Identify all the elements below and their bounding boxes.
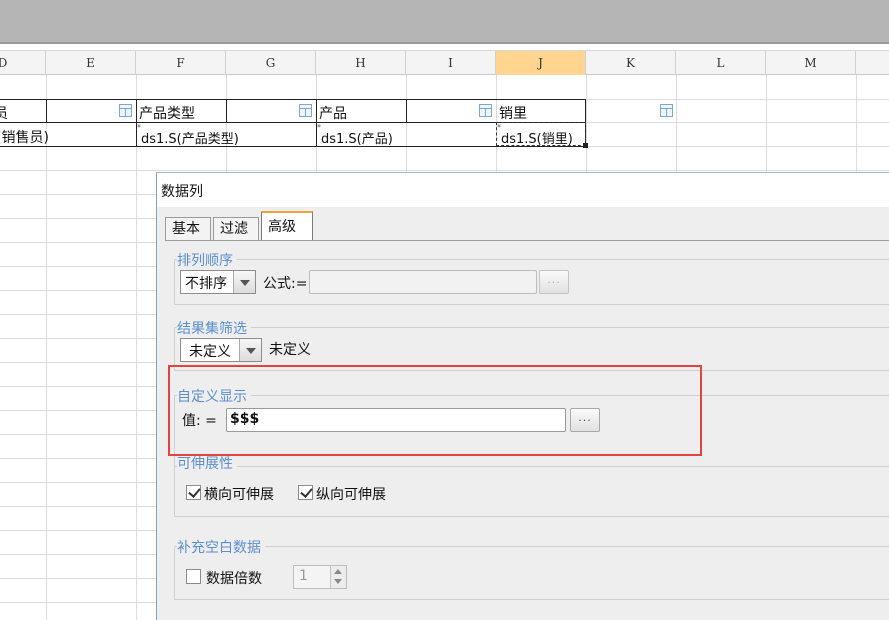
formula-ellipsis-button[interactable]: ... [539, 270, 569, 294]
column-header-row: D E F G H I J K L M [0, 50, 889, 75]
sort-select-value: 不排序 [185, 276, 227, 292]
data-multiple-label[interactable]: 数据倍数 [206, 568, 262, 588]
chevron-down-icon[interactable] [239, 339, 261, 361]
cell-f-data[interactable]: ds1.S(产品类型) [141, 128, 239, 147]
column-header-h[interactable]: H [316, 51, 406, 75]
sort-order-legend: 排列顺序 [177, 250, 237, 270]
selected-cell-outline [496, 122, 586, 146]
column-header-d[interactable]: D [0, 51, 46, 75]
column-header-j[interactable]: J [496, 51, 586, 75]
column-header-k[interactable]: K [586, 51, 676, 75]
spinner-buttons[interactable] [330, 566, 346, 588]
fill-blank-data-legend: 补充空白数据 [177, 537, 265, 557]
tab-advanced[interactable]: 高级 [261, 211, 313, 241]
column-header-l[interactable]: L [676, 51, 766, 75]
sort-select[interactable]: 不排序 [180, 270, 256, 294]
dialog-titlebar[interactable]: 数据列 [157, 173, 889, 207]
expand-grid-icon [660, 104, 673, 117]
cell-d-data[interactable]: (销售员) [0, 127, 49, 147]
expand-grid-icon [479, 104, 492, 117]
column-header-m[interactable]: M [766, 51, 856, 75]
expand-grid-icon [299, 104, 312, 117]
expand-grid-icon [119, 104, 132, 117]
result-filter-status: 未定义 [269, 342, 311, 358]
tab-filter[interactable]: 过滤 [213, 217, 259, 241]
highlight-annotation [168, 365, 702, 456]
column-header-e[interactable]: E [46, 51, 136, 75]
tab-basic[interactable]: 基本 [165, 217, 211, 241]
formula-input[interactable] [309, 270, 537, 294]
data-multiple-checkbox[interactable] [186, 569, 201, 584]
top-toolbar [0, 0, 889, 44]
dialog-title: 数据列 [161, 184, 203, 200]
result-filter-select[interactable]: 未定义 [180, 338, 262, 362]
result-filter-select-value: 未定义 [189, 344, 231, 360]
data-multiple-spinner[interactable]: 1 [293, 565, 347, 589]
cell-f-header[interactable]: 产品类型 [139, 103, 195, 123]
column-header-next[interactable] [856, 51, 889, 75]
column-header-g[interactable]: G [226, 51, 316, 75]
formula-label: 公式:= [263, 276, 308, 292]
vertical-expand-label[interactable]: 纵向可伸展 [316, 484, 386, 504]
cell-h-header[interactable]: 产品 [319, 103, 347, 123]
data-multiple-value: 1 [299, 568, 308, 584]
fill-handle[interactable] [583, 143, 588, 148]
fill-blank-data-group: 补充空白数据 数据倍数 1 [174, 537, 889, 600]
horizontal-expand-checkbox[interactable] [186, 485, 201, 500]
horizontal-expand-label[interactable]: 横向可伸展 [204, 484, 274, 504]
spin-down-icon[interactable] [334, 579, 342, 584]
chevron-down-icon[interactable] [233, 271, 255, 293]
sort-order-group: 排列顺序 不排序 公式:= ... [174, 250, 889, 305]
column-header-i[interactable]: I [406, 51, 496, 75]
result-filter-legend: 结果集筛选 [177, 318, 251, 338]
spin-up-icon[interactable] [334, 569, 342, 574]
extensibility-group: 可伸展性 横向可伸展 纵向可伸展 [174, 453, 889, 517]
vertical-expand-checkbox[interactable] [298, 485, 313, 500]
extensibility-legend: 可伸展性 [177, 453, 237, 473]
cell-h-data[interactable]: ds1.S(产品) [321, 128, 393, 147]
column-header-f[interactable]: F [136, 51, 226, 75]
cell-j-header[interactable]: 销里 [499, 103, 527, 123]
cell-d-header[interactable]: 员 [0, 103, 8, 123]
